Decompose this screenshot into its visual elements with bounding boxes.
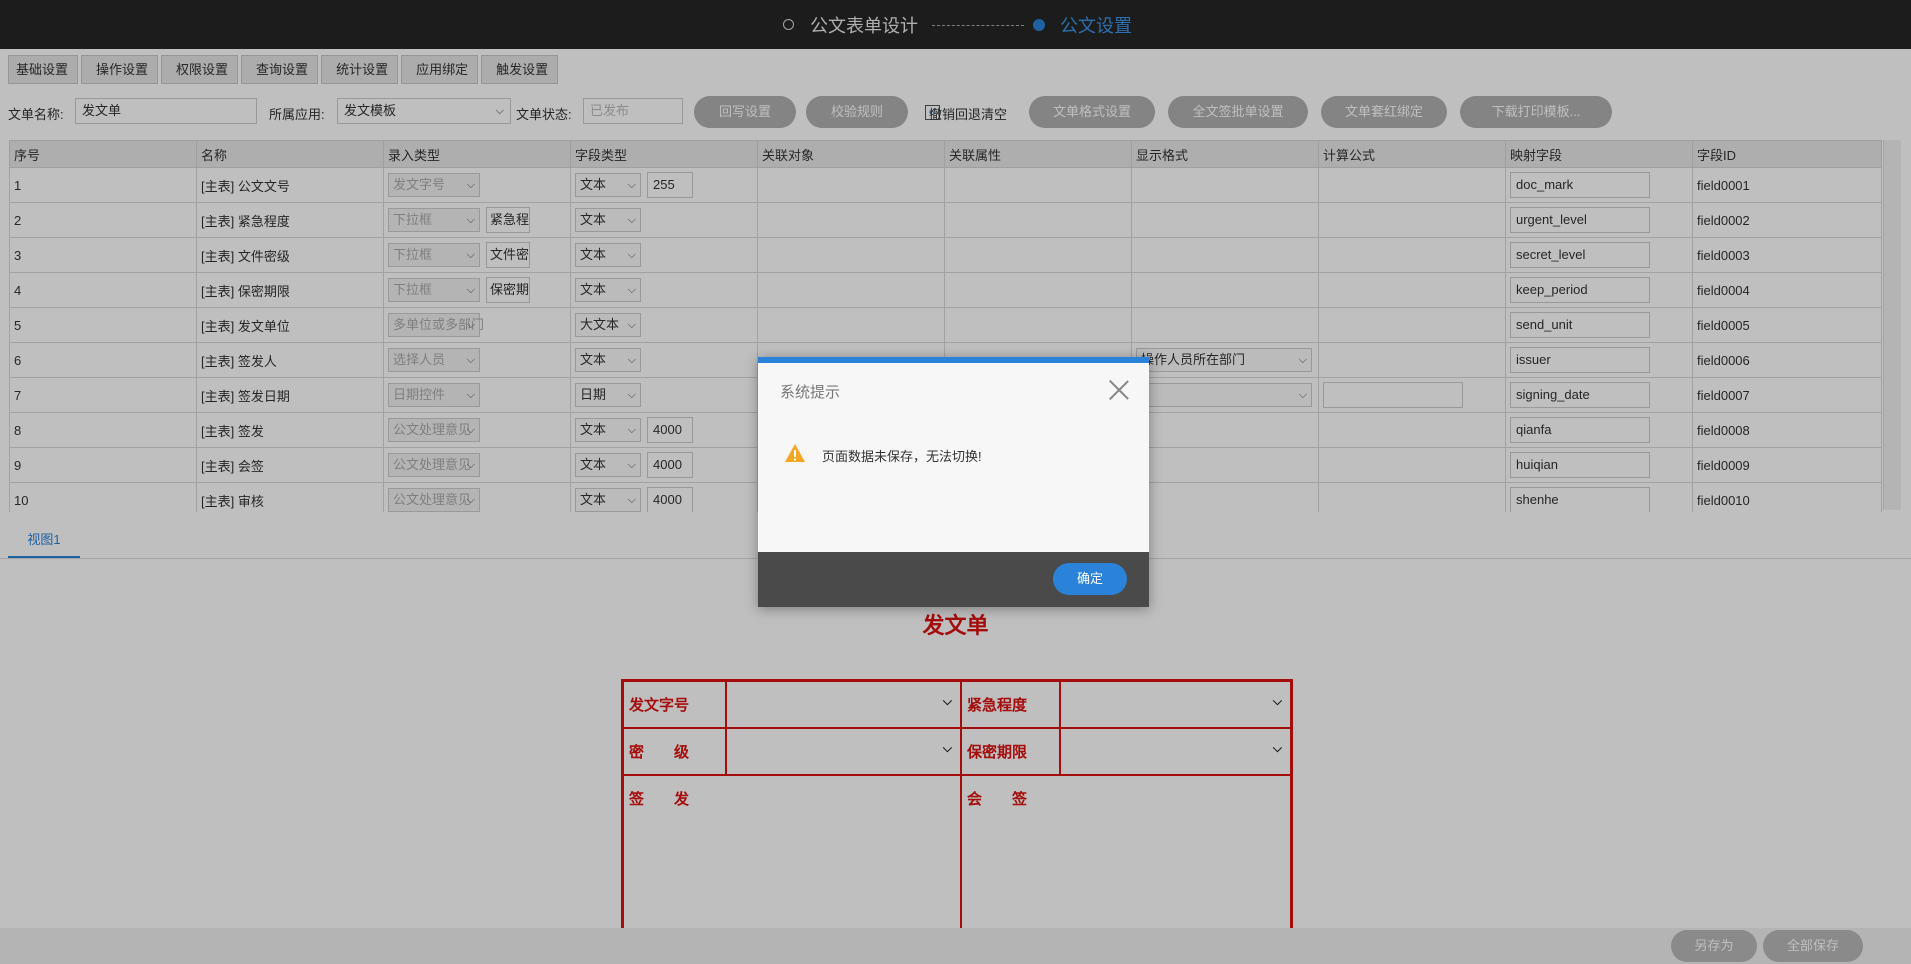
- dialog-accent-bar: [758, 357, 1149, 363]
- dialog-message: 页面数据未保存，无法切换!: [822, 449, 982, 464]
- ok-button[interactable]: 确定: [1053, 563, 1127, 595]
- close-icon[interactable]: [1108, 379, 1130, 401]
- system-alert-dialog: 系统提示 页面数据未保存，无法切换! 确定: [758, 357, 1149, 607]
- dialog-title: 系统提示: [780, 384, 841, 401]
- warning-icon: [785, 444, 805, 462]
- dialog-footer: 确定: [758, 552, 1149, 607]
